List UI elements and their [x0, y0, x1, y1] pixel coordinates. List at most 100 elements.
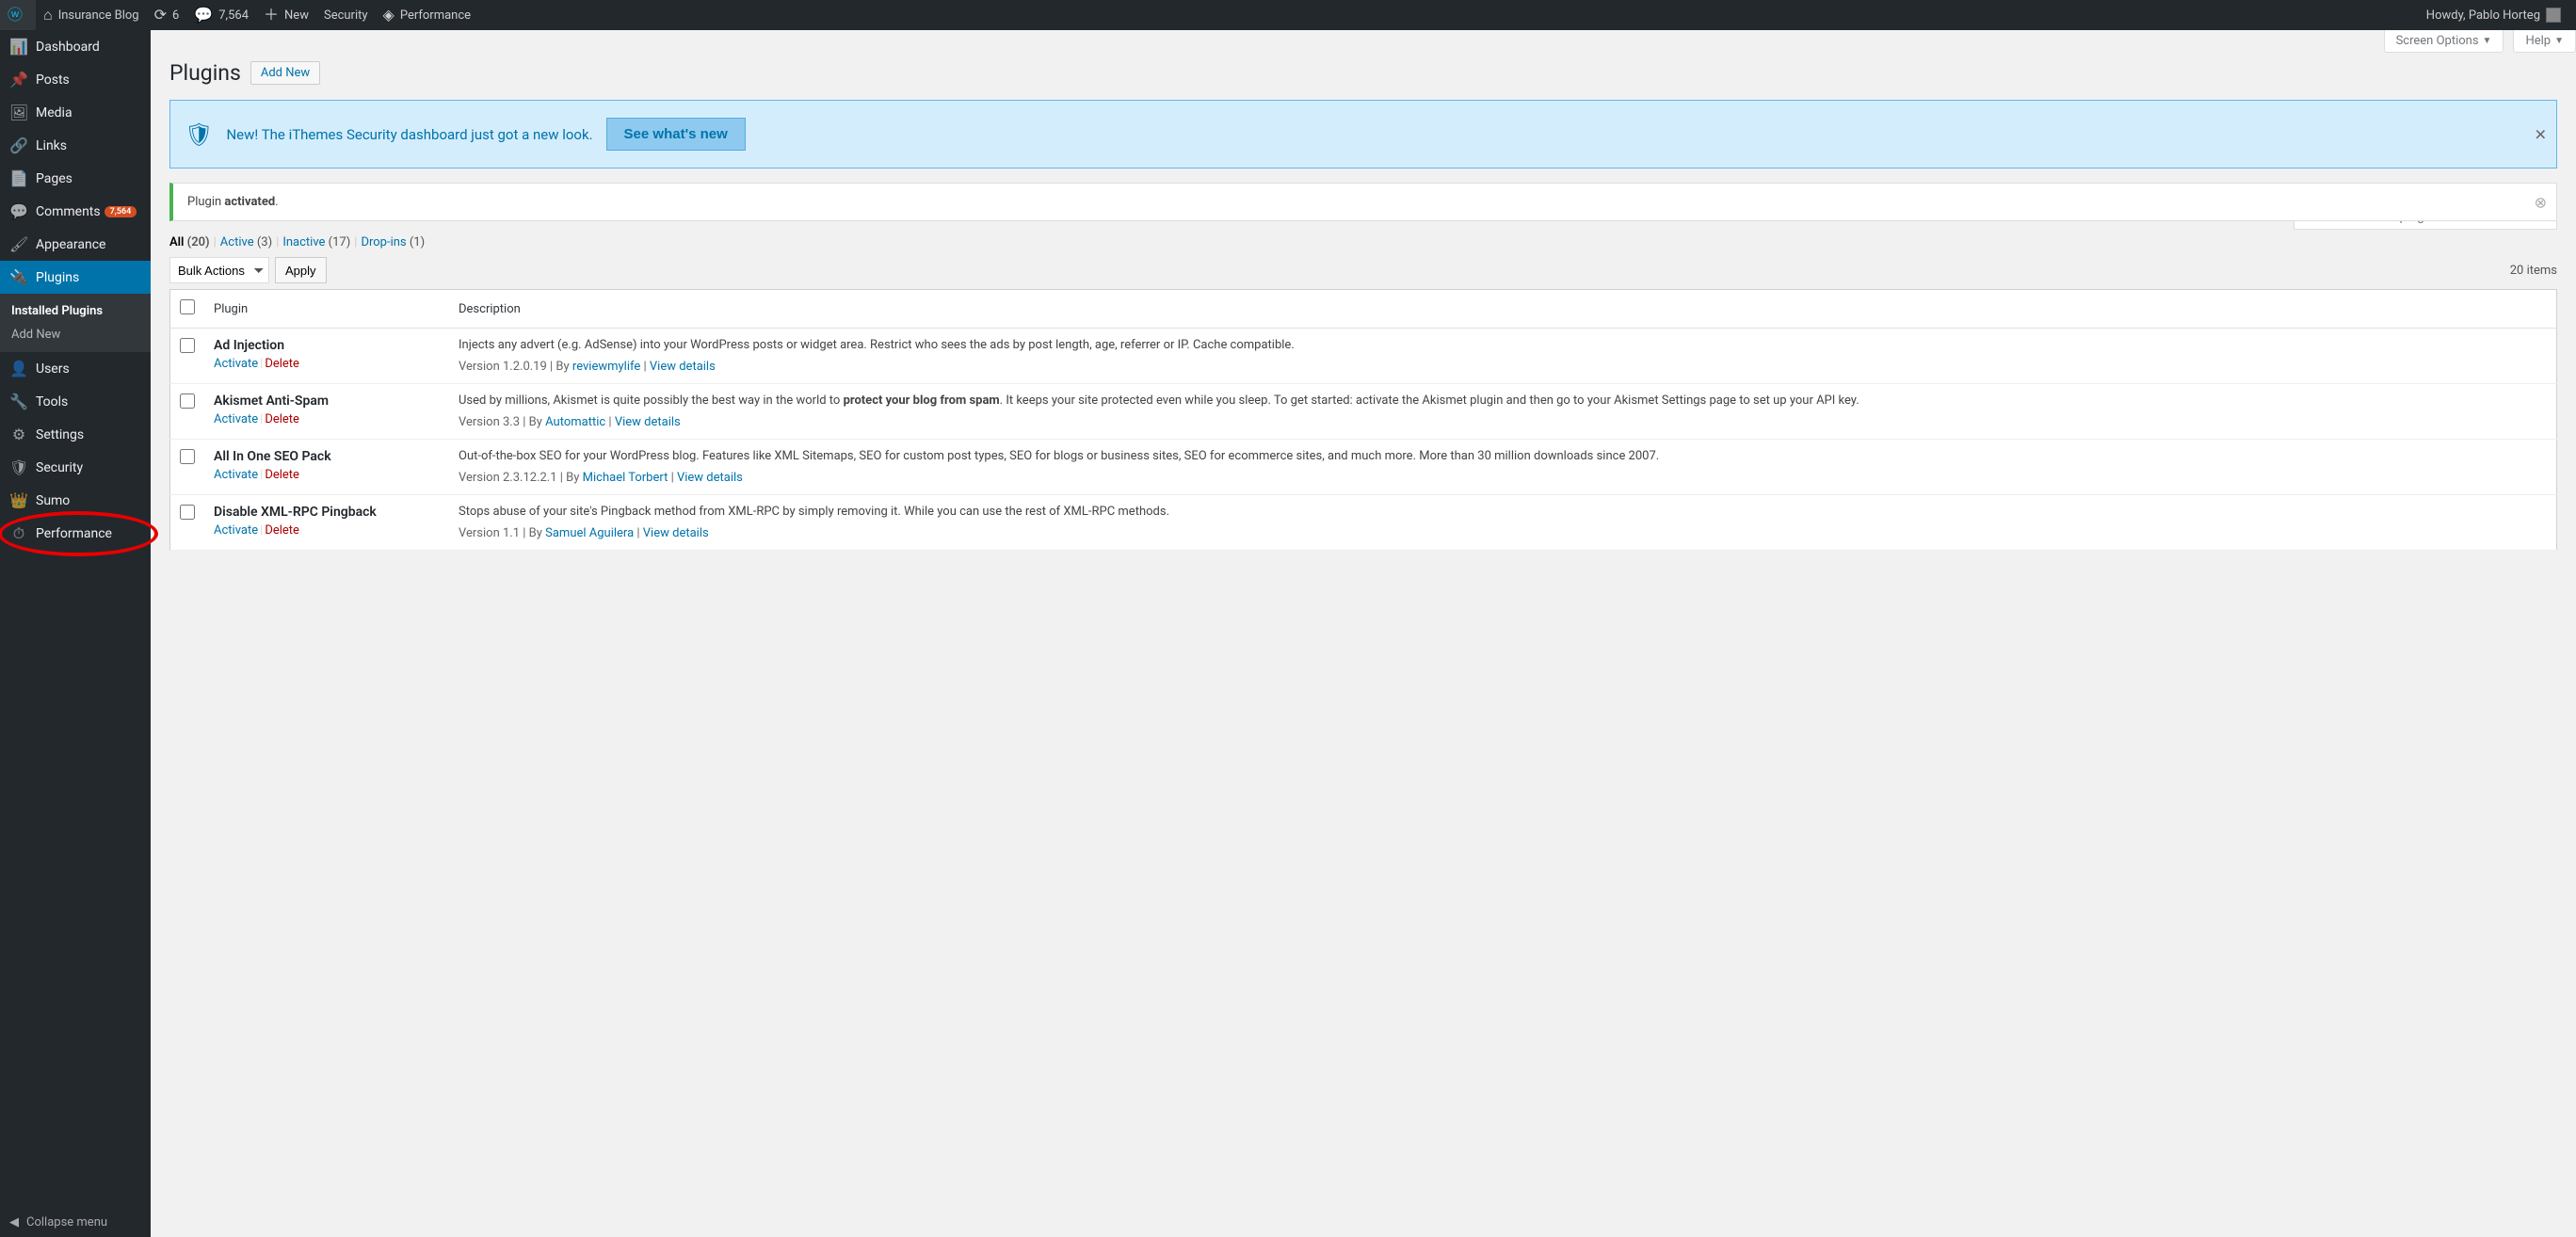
plugin-meta: Version 1.2.0.19 | By reviewmylife | Vie…	[459, 360, 2547, 374]
plugin-meta: Version 3.3 | By Automattic | View detai…	[459, 415, 2547, 429]
pages-icon: 📄	[9, 169, 28, 187]
author-link[interactable]: Michael Torbert	[583, 471, 668, 485]
help-tab[interactable]: Help▼	[2513, 30, 2576, 53]
updates-link[interactable]: ⟳6	[147, 0, 187, 30]
sidebar-item-appearance[interactable]: 🖌Appearance	[0, 228, 151, 261]
sidebar-item-label: Appearance	[36, 237, 105, 252]
sidebar-item-label: Dashboard	[36, 40, 100, 55]
plugin-name: Akismet Anti-Spam	[214, 394, 440, 409]
screen-options-tab[interactable]: Screen Options▼	[2384, 30, 2504, 53]
admin-sidebar: 📊Dashboard📌Posts🖼Media🔗Links📄Pages💬Comme…	[0, 30, 151, 1237]
sidebar-item-pages[interactable]: 📄 Pages	[0, 162, 151, 195]
plugin-name: All In One SEO Pack	[214, 449, 440, 464]
gauge-icon: ◈	[383, 8, 394, 23]
sidebar-item-users[interactable]: 👤 Users	[0, 352, 151, 385]
activate-link[interactable]: Activate	[214, 523, 258, 538]
collapse-menu[interactable]: ◀Collapse menu	[0, 1208, 151, 1237]
author-link[interactable]: reviewmylife	[572, 360, 640, 374]
row-checkbox[interactable]	[180, 394, 195, 409]
filter-link[interactable]: Active (3)	[220, 235, 272, 249]
row-checkbox[interactable]	[180, 505, 195, 520]
sidebar-item-tools[interactable]: 🔧Tools	[0, 385, 151, 418]
activate-link[interactable]: Activate	[214, 468, 258, 482]
sidebar-item-security[interactable]: 🛡Security	[0, 451, 151, 484]
plugins-table: Plugin Description Ad InjectionActivate|…	[169, 289, 2557, 551]
view-details-link[interactable]: View details	[615, 415, 681, 429]
shield-icon: 🛡	[185, 121, 213, 148]
sidebar-item-dashboard[interactable]: 📊Dashboard	[0, 30, 151, 63]
chevron-down-icon: ▼	[2483, 36, 2492, 46]
author-link[interactable]: Automattic	[545, 415, 605, 429]
sidebar-subitem[interactable]: Add New	[0, 323, 151, 346]
delete-link[interactable]: Delete	[265, 468, 299, 482]
links-icon: 🔗	[9, 137, 28, 154]
notice-text: Plugin activated.	[187, 195, 279, 209]
filter-link[interactable]: Inactive (17)	[282, 235, 350, 249]
sidebar-subitem[interactable]: Installed Plugins	[0, 299, 151, 323]
sidebar-item-label: Comments	[36, 204, 101, 219]
plugin-description: Used by millions, Akismet is quite possi…	[459, 394, 2547, 408]
plugins-icon: 🔌	[9, 268, 28, 286]
sidebar-item-label: Pages	[36, 171, 72, 186]
users-icon: 👤	[9, 360, 28, 378]
table-row: Akismet Anti-SpamActivate|DeleteUsed by …	[170, 384, 2557, 440]
security-link[interactable]: Security	[316, 0, 376, 30]
dismiss-icon[interactable]: ⊗	[2535, 193, 2547, 211]
activated-notice: Plugin activated. ⊗	[169, 183, 2557, 221]
bulk-actions-select[interactable]: Bulk Actions	[169, 257, 269, 283]
view-details-link[interactable]: View details	[643, 526, 709, 540]
sidebar-item-label: Users	[36, 361, 70, 377]
view-details-link[interactable]: View details	[650, 360, 716, 374]
add-new-plugin-button[interactable]: Add New	[250, 61, 320, 85]
collapse-icon: ◀	[9, 1215, 19, 1229]
sidebar-item-label: Sumo	[36, 493, 70, 508]
items-count: 20 items	[2510, 264, 2557, 278]
admin-bar: ⓦ ⌂Insurance Blog ⟳6 💬7,564 ＋New Securit…	[0, 0, 2576, 30]
wp-logo[interactable]: ⓦ	[0, 0, 36, 30]
filter-link[interactable]: All (20)	[169, 235, 210, 249]
sidebar-item-settings[interactable]: ⚙Settings	[0, 418, 151, 451]
row-checkbox[interactable]	[180, 338, 195, 353]
comment-icon: 💬	[194, 8, 213, 23]
delete-link[interactable]: Delete	[265, 412, 299, 426]
view-details-link[interactable]: View details	[677, 471, 743, 485]
sidebar-item-plugins[interactable]: 🔌Plugins	[0, 261, 151, 294]
my-account-link[interactable]: Howdy, Pablo Horteg	[2419, 0, 2568, 30]
performance-link[interactable]: ◈Performance	[376, 0, 479, 30]
table-row: All In One SEO PackActivate|DeleteOut-of…	[170, 440, 2557, 495]
new-content-link[interactable]: ＋New	[256, 0, 316, 30]
sidebar-item-sumo[interactable]: 👑Sumo	[0, 484, 151, 517]
sidebar-item-comments[interactable]: 💬Comments7,564	[0, 195, 151, 228]
plugin-name: Ad Injection	[214, 338, 440, 353]
delete-link[interactable]: Delete	[265, 523, 299, 538]
column-description[interactable]: Description	[449, 290, 2557, 329]
column-plugin[interactable]: Plugin	[204, 290, 449, 329]
wordpress-icon: ⓦ	[8, 8, 23, 23]
sidebar-item-label: Posts	[36, 72, 70, 88]
sidebar-item-media[interactable]: 🖼Media	[0, 96, 151, 129]
comments-link[interactable]: 💬7,564	[186, 0, 256, 30]
sidebar-item-performance[interactable]: ⏱Performance	[0, 517, 151, 551]
see-whats-new-button[interactable]: See what's new	[606, 118, 746, 151]
performance-icon: ⏱	[9, 524, 28, 543]
plugin-description: Stops abuse of your site's Pingback meth…	[459, 505, 2547, 519]
sidebar-item-label: Links	[36, 138, 67, 153]
apply-button[interactable]: Apply	[275, 257, 327, 283]
close-icon[interactable]: ✕	[2535, 125, 2547, 143]
activate-link[interactable]: Activate	[214, 357, 258, 371]
select-all-checkbox[interactable]	[180, 299, 195, 314]
sidebar-item-posts[interactable]: 📌 Posts	[0, 63, 151, 96]
delete-link[interactable]: Delete	[265, 357, 299, 371]
plugin-description: Injects any advert (e.g. AdSense) into y…	[459, 338, 2547, 352]
filter-link[interactable]: Drop-ins (1)	[361, 235, 425, 249]
site-name-link[interactable]: ⌂Insurance Blog	[36, 0, 147, 30]
row-checkbox[interactable]	[180, 449, 195, 464]
posts-icon: 📌	[9, 71, 28, 88]
author-link[interactable]: Samuel Aguilera	[545, 526, 634, 540]
tools-icon: 🔧	[9, 393, 28, 410]
activate-link[interactable]: Activate	[214, 412, 258, 426]
ithemes-notice: 🛡 New! The iThemes Security dashboard ju…	[169, 100, 2557, 169]
home-icon: ⌂	[43, 8, 53, 23]
sidebar-item-links[interactable]: 🔗 Links	[0, 129, 151, 162]
badge: 7,564	[105, 206, 137, 217]
